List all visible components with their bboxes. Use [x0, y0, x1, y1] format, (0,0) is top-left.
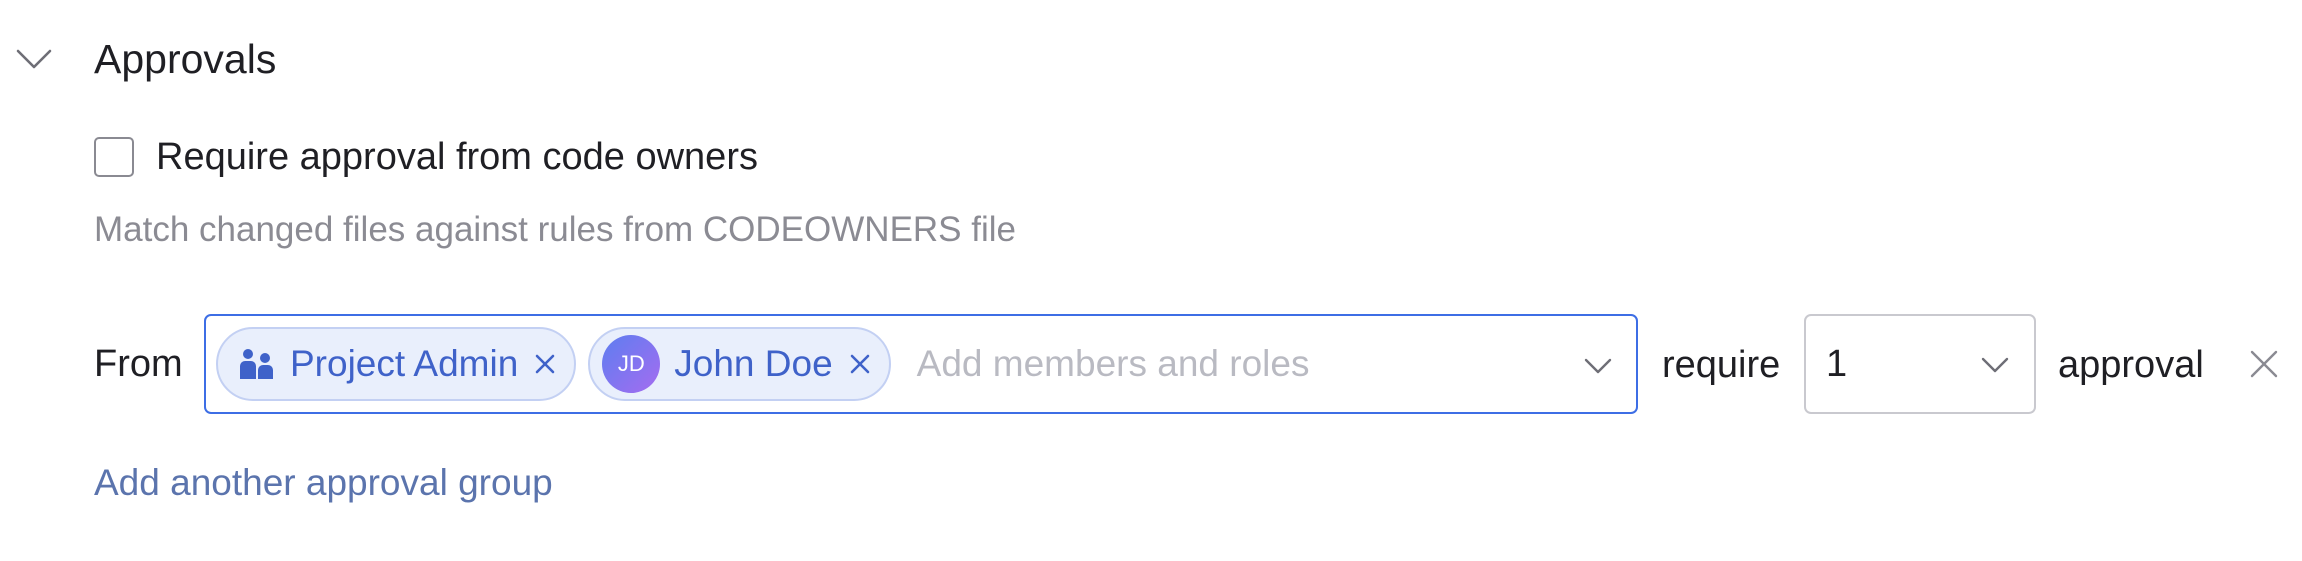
add-approval-group-link[interactable]: Add another approval group	[94, 458, 553, 508]
remove-member-close-icon[interactable]	[532, 351, 558, 377]
collapse-chevron-icon[interactable]	[14, 44, 54, 74]
code-owners-checkbox[interactable]	[94, 137, 134, 177]
section-title: Approvals	[94, 36, 277, 82]
code-owners-checkbox-label[interactable]: Require approval from code owners	[156, 132, 758, 182]
remove-member-close-icon[interactable]	[847, 351, 873, 377]
member-chip-john-doe[interactable]: JD John Doe	[588, 327, 891, 401]
chevron-down-icon[interactable]	[1582, 350, 1614, 382]
code-owners-hint: Match changed files against rules from C…	[94, 210, 1016, 249]
from-label: From	[94, 342, 183, 385]
avatar: JD	[602, 335, 661, 393]
member-chip-label: Project Admin	[290, 343, 519, 384]
team-icon	[238, 345, 276, 383]
members-input[interactable]: Project Admin JD John Doe Add members an…	[204, 314, 1638, 414]
from-row: From	[94, 314, 183, 414]
remove-group-close-icon[interactable]	[2246, 346, 2282, 382]
code-owners-row: Require approval from code owners	[94, 132, 758, 182]
chevron-down-icon	[1980, 350, 2010, 380]
approval-count-select[interactable]: 1	[1804, 314, 2036, 414]
approvals-section: Approvals Require approval from code own…	[0, 0, 2302, 561]
approval-count-value: 1	[1826, 342, 1848, 385]
member-chip-project-admin[interactable]: Project Admin	[216, 327, 577, 401]
require-label: require	[1662, 344, 1781, 386]
approval-label: approval	[2058, 344, 2204, 386]
member-chip-label: John Doe	[674, 343, 833, 384]
members-placeholder[interactable]: Add members and roles	[917, 343, 1636, 385]
